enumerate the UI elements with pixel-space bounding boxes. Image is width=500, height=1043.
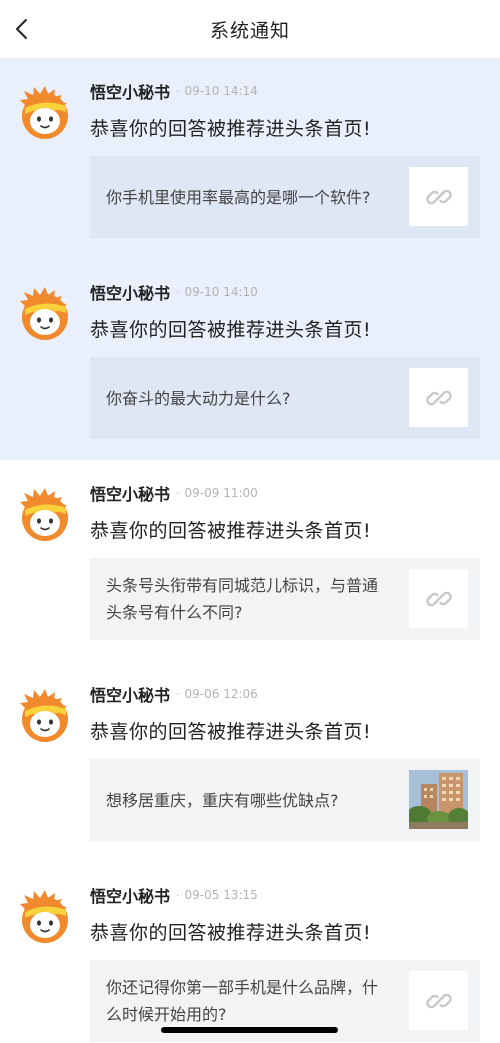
question-card[interactable]: 头条号头衔带有同城范儿标识，与普通头条号有什么不同? [90, 558, 480, 640]
home-indicator [161, 1027, 338, 1033]
meta-separator: · [176, 84, 180, 98]
card-thumbnail [409, 368, 468, 427]
sender-name[interactable]: 悟空小秘书 [90, 79, 170, 103]
notification-meta: 悟空小秘书 · 09-10 14:10 [90, 281, 258, 303]
sender-name[interactable]: 悟空小秘书 [90, 682, 170, 706]
avatar[interactable] [16, 486, 74, 544]
link-icon [425, 591, 452, 606]
wukong-avatar-icon [20, 488, 68, 541]
timestamp: 09-10 14:10 [184, 285, 258, 299]
link-icon [425, 189, 452, 204]
card-thumbnail [409, 167, 468, 226]
wukong-avatar-icon [20, 890, 68, 943]
wukong-avatar-icon [20, 86, 68, 139]
notification-list: 悟空小秘书 · 09-10 14:14 恭喜你的回答被推荐进头条首页! 你手机里… [0, 58, 500, 1042]
meta-separator: · [176, 486, 180, 500]
link-icon [425, 993, 452, 1008]
notification-message: 恭喜你的回答被推荐进头条首页! [90, 721, 372, 743]
timestamp: 09-06 12:06 [184, 687, 258, 701]
sender-name[interactable]: 悟空小秘书 [90, 481, 170, 505]
card-thumbnail [409, 569, 468, 628]
notification-item[interactable]: 悟空小秘书 · 09-10 14:10 恭喜你的回答被推荐进头条首页! 你奋斗的… [0, 259, 500, 460]
question-text: 你手机里使用率最高的是哪一个软件? [106, 187, 371, 207]
avatar[interactable] [16, 84, 74, 142]
question-text: 头条号头衔带有同城范儿标识，与普通头条号有什么不同? [106, 576, 379, 622]
question-card[interactable]: 你手机里使用率最高的是哪一个软件? [90, 156, 480, 238]
sender-name[interactable]: 悟空小秘书 [90, 883, 170, 907]
top-bar: 系统通知 [0, 0, 500, 58]
avatar[interactable] [16, 888, 74, 946]
page-title: 系统通知 [209, 20, 290, 42]
wukong-avatar-icon [20, 287, 68, 340]
question-text: 想移居重庆，重庆有哪些优缺点? [106, 790, 339, 810]
timestamp: 09-10 14:14 [184, 84, 258, 98]
notification-message: 恭喜你的回答被推荐进头条首页! [90, 520, 372, 542]
notification-meta: 悟空小秘书 · 09-09 11:00 [90, 482, 258, 504]
avatar[interactable] [16, 285, 74, 343]
meta-separator: · [176, 888, 180, 902]
notification-item[interactable]: 悟空小秘书 · 09-06 12:06 恭喜你的回答被推荐进头条首页! 想移居重… [0, 661, 500, 862]
question-card[interactable]: 想移居重庆，重庆有哪些优缺点? [90, 759, 480, 841]
timestamp: 09-05 13:15 [184, 888, 258, 902]
card-thumbnail [409, 770, 468, 829]
timestamp: 09-09 11:00 [184, 486, 258, 500]
question-card[interactable]: 你奋斗的最大动力是什么? [90, 357, 480, 439]
notification-meta: 悟空小秘书 · 09-10 14:14 [90, 80, 258, 102]
building-photo [409, 770, 468, 829]
notification-item[interactable]: 悟空小秘书 · 09-10 14:14 恭喜你的回答被推荐进头条首页! 你手机里… [0, 58, 500, 259]
notification-message: 恭喜你的回答被推荐进头条首页! [90, 319, 372, 341]
wukong-avatar-icon [20, 689, 68, 742]
meta-separator: · [176, 285, 180, 299]
link-icon [425, 390, 452, 405]
notification-meta: 悟空小秘书 · 09-05 13:15 [90, 884, 258, 906]
notification-item[interactable]: 悟空小秘书 · 09-09 11:00 恭喜你的回答被推荐进头条首页! 头条号头… [0, 460, 500, 661]
notification-meta: 悟空小秘书 · 09-06 12:06 [90, 683, 258, 705]
meta-separator: · [176, 687, 180, 701]
question-text: 你奋斗的最大动力是什么? [106, 388, 291, 408]
notification-item[interactable]: 悟空小秘书 · 09-05 13:15 恭喜你的回答被推荐进头条首页! 你还记得… [0, 862, 500, 1042]
sender-name[interactable]: 悟空小秘书 [90, 280, 170, 304]
notification-message: 恭喜你的回答被推荐进头条首页! [90, 922, 372, 944]
notification-screen: 系统通知 悟空小秘书 · 09-10 14:14 恭喜你的回答被推荐进头条首页!… [0, 0, 500, 1043]
avatar[interactable] [16, 687, 74, 745]
card-thumbnail [409, 971, 468, 1030]
notification-message: 恭喜你的回答被推荐进头条首页! [90, 118, 372, 140]
